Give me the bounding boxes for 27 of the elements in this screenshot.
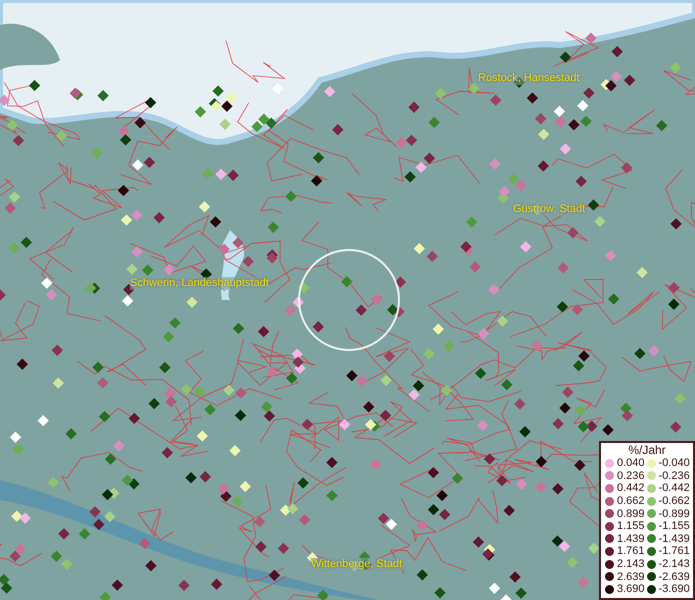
legend-value: 0.442 (617, 482, 645, 494)
legend-value: 1.155 (617, 520, 645, 532)
legend-value: -0.662 (658, 495, 690, 508)
legend-value: 0.040 (617, 457, 645, 470)
legend-value: 2.143 (617, 558, 645, 570)
legend-value: 1.439 (617, 532, 645, 545)
place-label: Wittenberge, Stadt (311, 558, 402, 571)
legend-value: -1.761 (658, 545, 690, 558)
legend-value: -1.155 (658, 520, 690, 532)
legend-value: -1.439 (658, 532, 690, 545)
legend-value: -0.442 (658, 482, 690, 494)
place-label: Schwerin, Landeshauptstadt (130, 277, 269, 290)
place-label: Güstrow, Stadt (513, 203, 586, 216)
legend-value: 0.236 (617, 470, 645, 482)
legend-value: 3.690 (617, 583, 645, 596)
legend-value: -2.639 (658, 570, 690, 583)
legend-value: -0.899 (658, 508, 690, 520)
legend-value: 0.662 (617, 495, 645, 508)
place-label: Rostock, Hansestadt (478, 72, 580, 85)
legend-value: 1.761 (617, 545, 645, 558)
legend-value: 0.899 (617, 508, 645, 520)
legend-title: %/Jahr (627, 444, 667, 457)
legend-value: -0.236 (658, 470, 690, 482)
legend-value: 2.639 (617, 570, 645, 583)
legend-value: -0.040 (658, 457, 690, 470)
legend-value: -2.143 (658, 558, 690, 570)
legend-value: -3.690 (658, 583, 690, 596)
